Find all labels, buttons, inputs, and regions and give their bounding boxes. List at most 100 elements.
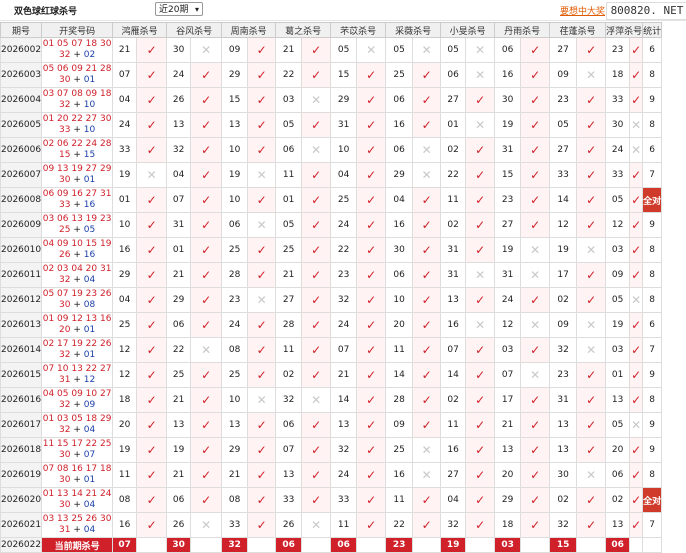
plus-sign: + — [70, 325, 84, 335]
kill-number: 11 — [112, 462, 138, 488]
kill-number: 06 — [275, 412, 303, 438]
plus-sign: + — [70, 475, 84, 485]
plus-sign: + — [70, 525, 84, 535]
kill-number: 06 — [440, 62, 467, 88]
check-icon: ✓ — [520, 437, 551, 463]
kill-number: 19 — [494, 237, 522, 263]
kill-number: 25 — [112, 312, 138, 338]
kill-number: 28 — [275, 312, 303, 338]
check-icon: ✓ — [136, 387, 168, 413]
kill-number: 09 — [549, 62, 578, 88]
period-select-value: 近20期 — [159, 5, 189, 15]
check-icon: ✓ — [301, 237, 332, 263]
check-icon: ✓ — [629, 462, 644, 488]
current-kill-number: 32 — [221, 537, 249, 553]
red-ball-last: 31 — [59, 525, 71, 535]
kill-number: 10 — [385, 287, 414, 313]
check-icon: ✓ — [190, 437, 223, 463]
check-icon: ✓ — [301, 337, 332, 363]
kill-number: 03 — [605, 337, 631, 363]
kill-number: 23 — [605, 37, 631, 63]
kill-number: 31 — [440, 237, 467, 263]
kill-number: 33 — [275, 487, 303, 513]
column-header: 小旻杀号 — [440, 22, 496, 38]
check-icon: ✓ — [356, 187, 387, 213]
period-cell: 2026012 — [0, 287, 43, 313]
blank-cell — [356, 537, 387, 553]
period-cell: 2026016 — [0, 387, 43, 413]
kill-number: 03 — [275, 87, 303, 113]
cross-icon: ✕ — [576, 462, 607, 488]
stat-cell: 8 — [642, 62, 663, 88]
kill-number: 21 — [494, 412, 522, 438]
period-cell: 2026007 — [0, 162, 43, 188]
cross-icon: ✕ — [136, 162, 168, 188]
plus-sign: + — [70, 250, 84, 260]
plus-sign: + — [70, 275, 84, 285]
cross-icon: ✕ — [465, 262, 496, 288]
cross-icon: ✕ — [520, 312, 551, 338]
kill-number: 30 — [166, 37, 192, 63]
stat-cell: 9 — [642, 412, 663, 438]
kill-number: 10 — [221, 387, 249, 413]
kill-number: 29 — [221, 62, 249, 88]
check-icon: ✓ — [576, 512, 607, 538]
draw-numbers-cell: 07 10 13 22 27 31 + 12 — [41, 362, 114, 388]
draw-numbers-cell: 07 08 16 17 18 30 + 01 — [41, 462, 114, 488]
check-icon: ✓ — [412, 412, 442, 438]
check-icon: ✓ — [301, 437, 332, 463]
check-icon: ✓ — [520, 212, 551, 238]
cross-icon: ✕ — [301, 137, 332, 163]
kill-number: 06 — [221, 212, 249, 238]
check-icon: ✓ — [356, 337, 387, 363]
kill-number: 15 — [330, 62, 358, 88]
period-select[interactable]: 近20期 ▾ — [155, 2, 203, 16]
period-cell: 2026003 — [0, 62, 43, 88]
kill-number: 32 — [166, 137, 192, 163]
draw-numbers-cell: 01 20 22 27 30 33 + 10 — [41, 112, 114, 138]
cross-icon: ✕ — [576, 62, 607, 88]
check-icon: ✓ — [136, 212, 168, 238]
check-icon: ✓ — [247, 62, 277, 88]
red-ball-last: 30 — [59, 500, 71, 510]
check-icon: ✓ — [190, 462, 223, 488]
period-cell: 2026005 — [0, 112, 43, 138]
period-cell: 2026019 — [0, 462, 43, 488]
check-icon: ✓ — [520, 287, 551, 313]
check-icon: ✓ — [576, 37, 607, 63]
promo-link[interactable]: 要想中大奖 — [560, 4, 605, 17]
plus-sign: + — [70, 425, 84, 435]
column-header: 葛之杀号 — [275, 22, 332, 38]
stat-cell: 7 — [642, 337, 663, 363]
current-label: 当前期杀号 — [41, 537, 114, 553]
kill-number: 15 — [494, 162, 522, 188]
cross-icon: ✕ — [412, 437, 442, 463]
kill-number: 09 — [385, 412, 414, 438]
kill-number: 02 — [549, 287, 578, 313]
check-icon: ✓ — [576, 162, 607, 188]
check-icon: ✓ — [136, 362, 168, 388]
red-balls: 11 15 17 22 25 — [42, 439, 112, 449]
kill-number: 17 — [549, 262, 578, 288]
kill-number: 16 — [385, 462, 414, 488]
blue-ball: 12 — [83, 375, 96, 385]
red-ball-last: 26 — [59, 250, 71, 260]
kill-number: 27 — [494, 212, 522, 238]
cross-icon: ✕ — [629, 137, 644, 163]
kill-number: 14 — [549, 187, 578, 213]
check-icon: ✓ — [465, 137, 496, 163]
kill-number: 06 — [166, 487, 192, 513]
column-header: 周南杀号 — [221, 22, 277, 38]
check-icon: ✓ — [356, 312, 387, 338]
draw-numbers-cell: 01 09 12 13 16 20 + 01 — [41, 312, 114, 338]
cross-icon: ✕ — [247, 162, 277, 188]
check-icon: ✓ — [520, 337, 551, 363]
draw-numbers-cell: 01 13 14 21 24 30 + 04 — [41, 487, 114, 513]
plus-sign: + — [70, 150, 84, 160]
cross-icon: ✕ — [412, 37, 442, 63]
kill-number: 22 — [385, 512, 414, 538]
check-icon: ✓ — [412, 262, 442, 288]
draw-numbers-cell: 01 05 07 18 30 32 + 02 — [41, 37, 114, 63]
kill-number: 16 — [385, 212, 414, 238]
kill-number: 13 — [330, 412, 358, 438]
